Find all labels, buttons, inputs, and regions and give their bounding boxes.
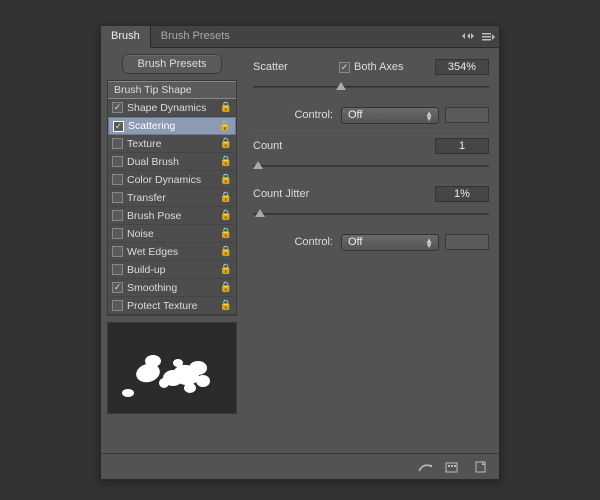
checkbox[interactable]	[112, 246, 123, 257]
count-jitter-value[interactable]: 1%	[435, 186, 489, 202]
settings-column: Scatter ✓ Both Axes 354% Control: Off ▲▼…	[243, 48, 499, 453]
scatter-label: Scatter	[253, 61, 339, 73]
option-label: Noise	[127, 228, 219, 240]
chevron-updown-icon: ▲▼	[425, 238, 433, 248]
control-extra-field	[445, 107, 489, 123]
both-axes-label: Both Axes	[354, 61, 435, 73]
option-label: Build-up	[127, 264, 219, 276]
lock-icon[interactable]: 🔒	[219, 102, 233, 113]
option-label: Transfer	[127, 192, 219, 204]
option-label: Dual Brush	[127, 156, 219, 168]
option-texture[interactable]: Texture 🔒	[108, 135, 236, 153]
control-label-2: Control:	[253, 236, 341, 248]
option-smoothing[interactable]: ✓ Smoothing 🔒	[108, 279, 236, 297]
option-label: Wet Edges	[127, 246, 219, 258]
lock-icon[interactable]: 🔒	[219, 156, 233, 167]
brush-presets-button[interactable]: Brush Presets	[122, 54, 222, 74]
option-build-up[interactable]: Build-up 🔒	[108, 261, 236, 279]
count-jitter-slider[interactable]	[253, 207, 489, 221]
option-protect-texture[interactable]: Protect Texture 🔒	[108, 297, 236, 315]
panel-footer	[101, 453, 499, 479]
checkbox[interactable]	[112, 264, 123, 275]
checkbox[interactable]: ✓	[113, 121, 124, 132]
tab-bar: Brush Brush Presets	[101, 26, 499, 48]
option-brush-tip-shape[interactable]: Brush Tip Shape	[108, 81, 236, 99]
left-column: Brush Presets Brush Tip Shape ✓ Shape Dy…	[101, 48, 243, 453]
count-label: Count	[253, 140, 435, 152]
checkbox[interactable]: ✓	[112, 102, 123, 113]
count-jitter-label: Count Jitter	[253, 188, 435, 200]
option-noise[interactable]: Noise 🔒	[108, 225, 236, 243]
option-label: Scattering	[128, 120, 218, 132]
toggle-brush-icon[interactable]	[417, 459, 433, 475]
brush-options-list: Brush Tip Shape ✓ Shape Dynamics 🔒 ✓ Sca…	[107, 80, 237, 316]
toggle-arrows-icon[interactable]	[461, 29, 475, 43]
control-label-1: Control:	[253, 109, 341, 121]
lock-icon[interactable]: 🔒	[219, 228, 233, 239]
brush-stroke-preview	[107, 322, 237, 414]
option-label: Texture	[127, 138, 219, 150]
option-label: Shape Dynamics	[127, 102, 219, 114]
new-preset-icon[interactable]	[445, 459, 461, 475]
checkbox[interactable]	[112, 210, 123, 221]
count-value[interactable]: 1	[435, 138, 489, 154]
jitter-control-select[interactable]: Off ▲▼	[341, 234, 439, 251]
chevron-updown-icon: ▲▼	[425, 111, 433, 121]
checkbox[interactable]	[112, 174, 123, 185]
checkbox[interactable]	[112, 228, 123, 239]
scatter-value[interactable]: 354%	[435, 59, 489, 75]
option-scattering[interactable]: ✓ Scattering 🔒	[108, 117, 236, 135]
lock-icon[interactable]: 🔒	[219, 246, 233, 257]
both-axes-checkbox[interactable]: ✓	[339, 62, 350, 73]
option-brush-pose[interactable]: Brush Pose 🔒	[108, 207, 236, 225]
checkbox[interactable]	[112, 192, 123, 203]
checkbox[interactable]	[112, 300, 123, 311]
lock-icon[interactable]: 🔒	[219, 210, 233, 221]
create-new-icon[interactable]	[473, 459, 489, 475]
option-label: Color Dynamics	[127, 174, 219, 186]
lock-icon[interactable]: 🔒	[219, 300, 233, 311]
option-label: Brush Pose	[127, 210, 219, 222]
tab-brush[interactable]: Brush	[101, 26, 151, 48]
option-label: Smoothing	[127, 282, 219, 294]
scatter-slider[interactable]	[253, 80, 489, 94]
option-shape-dynamics[interactable]: ✓ Shape Dynamics 🔒	[108, 99, 236, 117]
lock-icon[interactable]: 🔒	[218, 121, 232, 132]
lock-icon[interactable]: 🔒	[219, 174, 233, 185]
checkbox[interactable]	[112, 138, 123, 149]
option-color-dynamics[interactable]: Color Dynamics 🔒	[108, 171, 236, 189]
count-slider[interactable]	[253, 159, 489, 173]
brush-panel: Brush Brush Presets Brush Presets Brush …	[100, 25, 500, 480]
panel-menu-icon[interactable]	[481, 29, 495, 43]
scatter-control-select[interactable]: Off ▲▼	[341, 107, 439, 124]
lock-icon[interactable]: 🔒	[219, 138, 233, 149]
lock-icon[interactable]: 🔒	[219, 264, 233, 275]
lock-icon[interactable]: 🔒	[219, 282, 233, 293]
checkbox[interactable]: ✓	[112, 282, 123, 293]
tab-brush-presets[interactable]: Brush Presets	[151, 26, 240, 48]
control-extra-field-2	[445, 234, 489, 250]
option-label: Protect Texture	[127, 300, 219, 312]
checkbox[interactable]	[112, 156, 123, 167]
option-transfer[interactable]: Transfer 🔒	[108, 189, 236, 207]
option-label: Brush Tip Shape	[114, 84, 236, 96]
option-wet-edges[interactable]: Wet Edges 🔒	[108, 243, 236, 261]
lock-icon[interactable]: 🔒	[219, 192, 233, 203]
option-dual-brush[interactable]: Dual Brush 🔒	[108, 153, 236, 171]
